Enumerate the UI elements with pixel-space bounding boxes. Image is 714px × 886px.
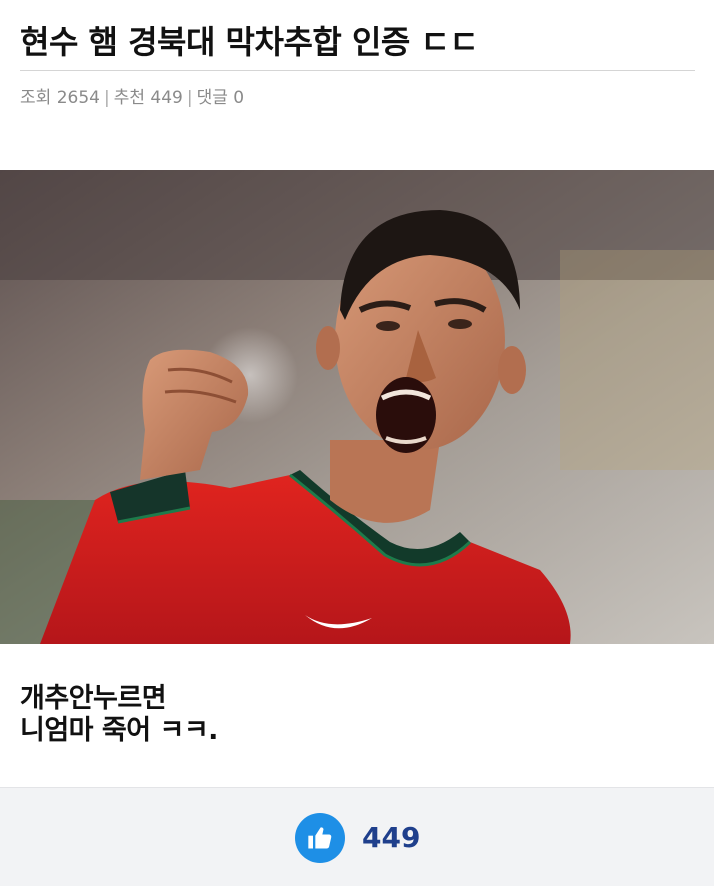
post-body-line: 개추안누르면 (20, 683, 167, 714)
like-button[interactable] (295, 813, 345, 863)
header-divider (20, 70, 695, 71)
post-image-illustration (0, 170, 714, 644)
post-meta: 조회 2654 | 추천 449 | 댓글 0 (20, 86, 244, 110)
thumbs-up-icon (308, 827, 332, 849)
recommend-count: 449 (150, 88, 183, 108)
post-image[interactable] (0, 170, 714, 644)
meta-separator: | (103, 88, 110, 108)
recommend-label: 추천 (113, 88, 145, 108)
post-body: 개추안누르면 니엄마 죽어 ㅋㅋ. (20, 683, 218, 747)
post-page: 현수 햄 경북대 막차추합 인증 ㄷㄷ 조회 2654 | 추천 449 | 댓글 0 (0, 0, 714, 886)
like-group: 449 (295, 812, 420, 864)
post-title: 현수 햄 경북대 막차추합 인증 ㄷㄷ (20, 23, 479, 61)
recommend-bar: 449 (0, 787, 714, 886)
comments-count: 0 (233, 88, 245, 108)
like-count: 449 (362, 821, 421, 854)
comments-label: 댓글 (196, 88, 228, 108)
views-label: 조회 (20, 88, 52, 108)
meta-separator: | (186, 88, 193, 108)
views-count: 2654 (56, 88, 100, 108)
post-body-line: 니엄마 죽어 ㅋㅋ. (20, 715, 218, 746)
